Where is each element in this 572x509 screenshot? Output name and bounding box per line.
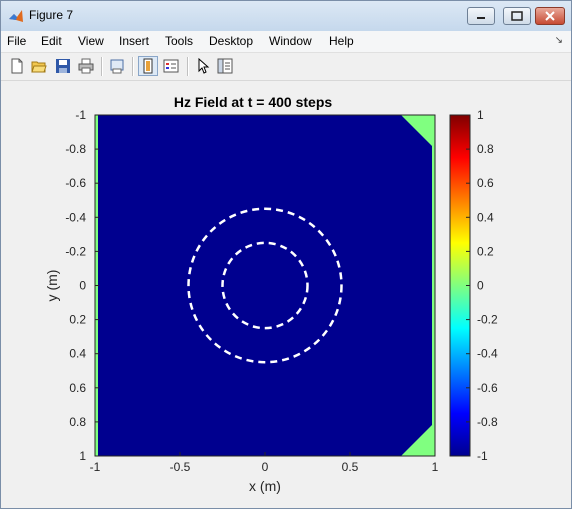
menu-desktop[interactable]: Desktop [209, 34, 253, 48]
field-background [95, 115, 435, 456]
menu-file[interactable]: File [7, 34, 26, 48]
save-icon[interactable] [55, 58, 71, 74]
y-tick-label: 0.6 [69, 381, 86, 395]
pointer-icon[interactable] [195, 58, 211, 74]
x-axis-label: x (m) [249, 478, 281, 494]
print-preview-icon[interactable] [109, 58, 125, 74]
colorbar-tick-label: 0.6 [477, 176, 494, 190]
close-button[interactable] [535, 7, 565, 25]
y-tick-label: -0.6 [65, 176, 86, 190]
menu-help[interactable]: Help [329, 34, 354, 48]
y-tick-label: -0.2 [65, 244, 86, 258]
colorbar-tick-label: -1 [477, 449, 488, 463]
toolbar-separator [132, 57, 134, 76]
figure-canvas: Hz Field at t = 400 steps -1 -0.5 0 0.5 1 -1 -0… [9, 83, 563, 501]
toolbar-separator [101, 57, 103, 76]
figure-toolbar [1, 53, 571, 81]
print-icon[interactable] [78, 58, 94, 74]
y-tick-label: 0 [79, 279, 86, 293]
colorbar-tick-label: 0.2 [477, 244, 494, 258]
open-file-icon[interactable] [31, 58, 47, 74]
maximize-button[interactable] [503, 7, 531, 25]
menu-window[interactable]: Window [269, 34, 312, 48]
minimize-icon [477, 17, 485, 19]
colorbar-tick-label: -0.2 [477, 313, 498, 327]
figure-window: Figure 7 File Edit View Insert Tools Des… [0, 0, 572, 509]
property-editor-icon[interactable] [217, 58, 233, 74]
colorbar-toggle-icon [143, 58, 153, 74]
colorbar-toggle-button[interactable] [138, 56, 158, 76]
x-tick-label: -0.5 [170, 460, 191, 474]
colorbar-tick-label: 0.4 [477, 210, 494, 224]
minimize-button[interactable] [467, 7, 495, 25]
menu-edit[interactable]: Edit [41, 34, 62, 48]
colorbar-tick-label: 0.8 [477, 142, 494, 156]
y-tick-label: -0.8 [65, 142, 86, 156]
y-tick-label: 0.4 [69, 347, 86, 361]
toolbar-separator [187, 57, 189, 76]
colorbar-tick-label: -0.4 [477, 347, 498, 361]
legend-toggle-icon[interactable] [163, 58, 179, 74]
y-tick-label: 0.2 [69, 313, 86, 327]
matlab-logo-icon [9, 10, 23, 22]
colorbar-tick-label: -0.8 [477, 415, 498, 429]
window-title: Figure 7 [29, 8, 74, 22]
new-figure-icon[interactable] [9, 58, 25, 74]
menu-insert[interactable]: Insert [119, 34, 149, 48]
dock-arrow-icon[interactable]: ↘ [555, 35, 563, 46]
y-tick-label: -1 [75, 108, 86, 122]
menu-tools[interactable]: Tools [165, 34, 193, 48]
x-tick-label: -1 [90, 460, 101, 474]
colorbar-tick-label: 1 [477, 108, 484, 122]
y-tick-label: -0.4 [65, 210, 86, 224]
menu-bar: File Edit View Insert Tools Desktop Wind… [1, 31, 571, 53]
y-tick-label: 0.8 [69, 415, 86, 429]
colorbar-tick-label: 0 [477, 279, 484, 293]
plot-title: Hz Field at t = 400 steps [174, 94, 333, 110]
close-icon [545, 11, 555, 21]
maximize-icon [511, 11, 523, 21]
y-axis-label: y (m) [44, 270, 60, 302]
colorbar-tick-label: -0.6 [477, 381, 498, 395]
x-tick-label: 0.5 [342, 460, 359, 474]
x-tick-label: 0 [262, 460, 269, 474]
x-tick-label: 1 [432, 460, 439, 474]
field-plot: Hz Field at t = 400 steps -1 -0.5 0 0.5 1 -1 -0… [44, 94, 498, 494]
title-bar[interactable]: Figure 7 [1, 1, 571, 31]
menu-view[interactable]: View [78, 34, 104, 48]
y-tick-label: 1 [79, 449, 86, 463]
